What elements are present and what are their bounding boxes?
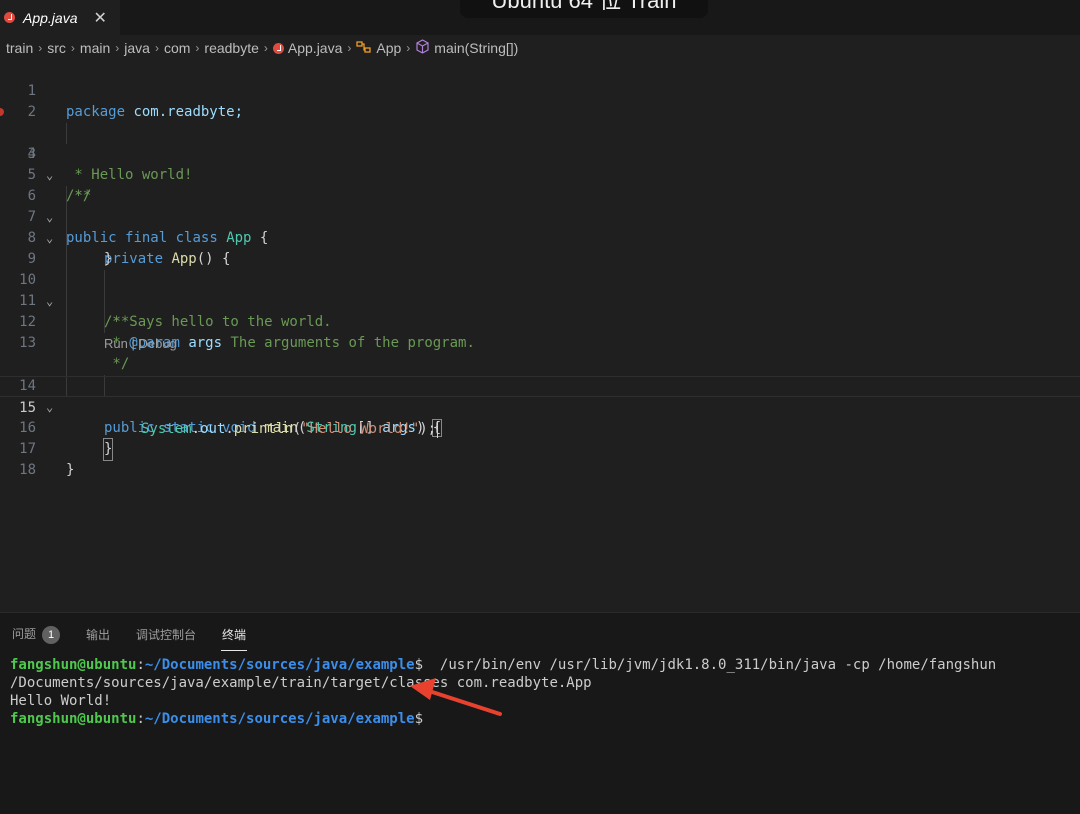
chevron-right-icon: › — [347, 41, 352, 55]
code-line[interactable]: 5 */ — [0, 144, 1080, 204]
tab-label: App.java — [23, 9, 78, 26]
code-line[interactable]: 2 — [0, 81, 1080, 120]
breadcrumb-class-app[interactable]: App — [376, 40, 401, 56]
tab-app-java[interactable]: App.java ✕ — [0, 0, 120, 35]
class-icon — [356, 40, 372, 57]
tab-label: 问题 — [12, 626, 37, 641]
breadcrumb-method-main[interactable]: main(String[]) — [434, 40, 518, 56]
code-editor[interactable]: 1 package com.readbyte; 2 3 ⌄ /** 4 * He… — [0, 60, 1080, 610]
breadcrumb-readbyte[interactable]: readbyte — [204, 40, 258, 56]
code-line[interactable]: 8 } — [0, 207, 1080, 267]
code-line[interactable]: 12 * @param args The arguments of the pr… — [0, 291, 1080, 351]
code-line[interactable]: 3 ⌄ /** — [0, 102, 1080, 204]
code-line[interactable]: 17 } — [0, 418, 1080, 478]
annotation-arrow-icon — [410, 678, 502, 716]
close-icon[interactable]: ✕ — [93, 8, 106, 28]
terminal-user: fangshun@ubuntu — [10, 711, 137, 727]
chevron-right-icon: › — [115, 41, 120, 55]
method-icon — [415, 39, 430, 57]
editor-tab-bar: App.java ✕ Ubuntu 64 位 Train — [0, 0, 1080, 35]
code-line[interactable]: 4 * Hello world! — [0, 123, 1080, 183]
tab-problems[interactable]: 问题 1 — [12, 625, 61, 644]
chevron-right-icon: › — [70, 41, 75, 55]
param-name: args — [188, 335, 223, 351]
bottom-panel: 问题 1 输出 调试控制台 终端 fangshun@ubuntu:~/Docume… — [0, 612, 1080, 814]
java-file-icon — [4, 12, 15, 23]
terminal-path: ~/Documents/sources/java/example — [144, 657, 415, 673]
punctuation: } — [66, 462, 75, 478]
comment: The arguments of the program. — [222, 335, 475, 351]
codelens-run-debug[interactable]: Run | Debug — [104, 336, 177, 351]
breadcrumb-java[interactable]: java — [124, 40, 150, 56]
breadcrumb-app-java[interactable]: App.java — [288, 40, 342, 56]
chevron-right-icon: › — [154, 41, 159, 55]
code-line[interactable]: 6 ⌄ public final class App { — [0, 165, 1080, 246]
tab-terminal[interactable]: 终端 — [221, 626, 248, 651]
window-title-overlay: Ubuntu 64 位 Train — [460, 0, 708, 18]
code-line[interactable]: 10 ⌄ /** — [0, 249, 1080, 330]
code-line[interactable]: 11 * Says hello to the world. — [0, 270, 1080, 330]
breadcrumb: train › src › main › java › com › readby… — [6, 38, 518, 58]
line-number: 13 — [19, 335, 36, 351]
breadcrumb-com[interactable]: com — [164, 40, 190, 56]
breadcrumb-main[interactable]: main — [80, 40, 110, 56]
chevron-right-icon: › — [38, 41, 43, 55]
terminal-path: ~/Documents/sources/java/example — [144, 711, 415, 727]
tab-output[interactable]: 输出 — [86, 626, 110, 643]
code-line[interactable]: 7 ⌄ private App() { — [0, 186, 1080, 267]
code-line-active[interactable]: 15 System.out.println("Hello World!"); — [0, 376, 1080, 438]
code-line[interactable]: 16 } — [0, 397, 1080, 461]
panel-tabs: 问题 1 输出 调试控制台 终端 — [12, 623, 272, 651]
chevron-right-icon: › — [406, 41, 411, 55]
chevron-right-icon: › — [263, 41, 268, 55]
code-line[interactable]: 18 — [0, 439, 1080, 478]
breadcrumb-train[interactable]: train — [6, 40, 33, 56]
terminal-colon: : — [136, 711, 145, 727]
terminal-colon: : — [136, 657, 145, 673]
java-file-icon — [272, 42, 284, 54]
tab-debug-console[interactable]: 调试控制台 — [136, 626, 196, 643]
code-line[interactable]: 1 package com.readbyte; — [0, 60, 1080, 120]
breakpoint-icon[interactable] — [0, 108, 4, 116]
line-number: 18 — [19, 462, 36, 478]
problems-count-badge: 1 — [42, 625, 61, 644]
terminal-user: fangshun@ubuntu — [10, 657, 137, 673]
code-line[interactable]: 9 — [0, 228, 1080, 267]
code-line[interactable]: 13 */ — [0, 312, 1080, 372]
chevron-right-icon: › — [195, 41, 200, 55]
breadcrumb-src[interactable]: src — [47, 40, 66, 56]
code-line[interactable]: 14 ⌄ public static void main(String[] ar… — [0, 355, 1080, 437]
